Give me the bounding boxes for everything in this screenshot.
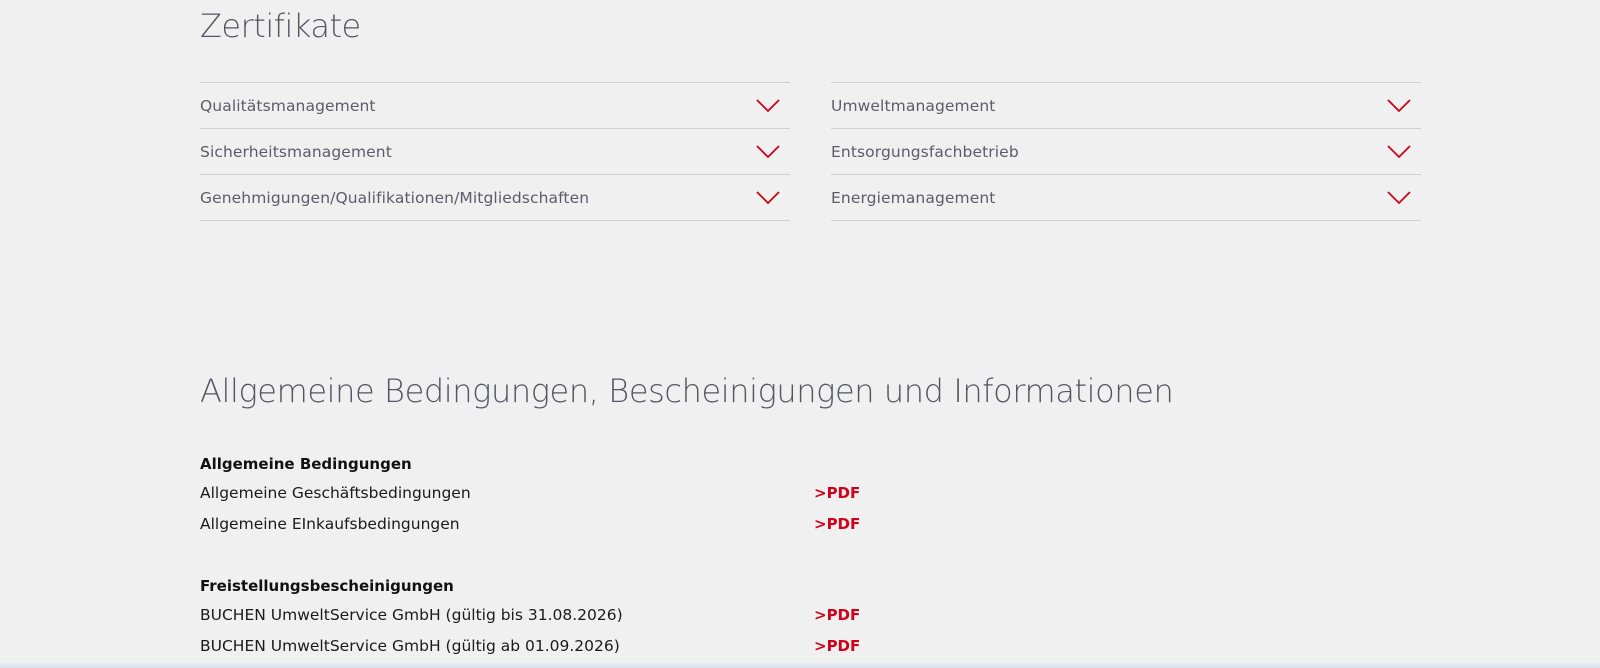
accordion-label: Sicherheitsmanagement (200, 142, 392, 161)
chevron-down-icon (1387, 144, 1411, 158)
accordion-label: Entsorgungsfachbetrieb (831, 142, 1019, 161)
chevron-down-icon (756, 98, 780, 112)
document-name: Allgemeine EInkaufsbedingungen (200, 515, 460, 533)
window-bottom-edge (0, 663, 1600, 668)
accordion-item-genehmigungen[interactable]: Genehmigungen/Qualifikationen/Mitgliedsc… (200, 174, 790, 221)
documents-list: Allgemeine Bedingungen Allgemeine Geschä… (200, 450, 900, 662)
accordion-item-energiemanagement[interactable]: Energiemanagement (831, 174, 1421, 221)
accordion-item-sicherheitsmanagement[interactable]: Sicherheitsmanagement (200, 128, 790, 174)
certificates-heading: Zertifikate (200, 7, 361, 45)
document-row: BUCHEN UmweltService GmbH (gültig bis 31… (200, 600, 900, 631)
document-row: BUCHEN UmweltService GmbH (gültig ab 01.… (200, 631, 900, 662)
accordion-label: Genehmigungen/Qualifikationen/Mitgliedsc… (200, 188, 590, 207)
group-title-allgemeine-bedingungen: Allgemeine Bedingungen (200, 455, 412, 473)
certificates-accordion-left: Qualitätsmanagement Sicherheitsmanagemen… (200, 82, 790, 221)
pdf-link[interactable]: >PDF (814, 478, 860, 509)
document-row: Allgemeine EInkaufsbedingungen >PDF (200, 509, 900, 540)
pdf-link[interactable]: >PDF (814, 600, 860, 631)
certificates-accordion-right: Umweltmanagement Entsorgungsfachbetrieb … (831, 82, 1421, 221)
accordion-item-entsorgungsfachbetrieb[interactable]: Entsorgungsfachbetrieb (831, 128, 1421, 174)
document-name: Allgemeine Geschäftsbedingungen (200, 484, 471, 502)
group-title-freistellungsbescheinigungen: Freistellungsbescheinigungen (200, 577, 454, 595)
accordion-label: Qualitätsmanagement (200, 96, 376, 115)
accordion-label: Energiemanagement (831, 188, 996, 207)
document-name: BUCHEN UmweltService GmbH (gültig bis 31… (200, 606, 623, 624)
document-name: BUCHEN UmweltService GmbH (gültig ab 01.… (200, 637, 620, 655)
accordion-label: Umweltmanagement (831, 96, 996, 115)
accordion-item-qualitaetsmanagement[interactable]: Qualitätsmanagement (200, 82, 790, 128)
document-row: Allgemeine Geschäftsbedingungen >PDF (200, 478, 900, 509)
chevron-down-icon (1387, 190, 1411, 204)
accordion-item-umweltmanagement[interactable]: Umweltmanagement (831, 82, 1421, 128)
general-terms-heading: Allgemeine Bedingungen, Bescheinigungen … (200, 372, 1174, 410)
pdf-link[interactable]: >PDF (814, 509, 860, 540)
chevron-down-icon (756, 144, 780, 158)
chevron-down-icon (756, 190, 780, 204)
pdf-link[interactable]: >PDF (814, 631, 860, 662)
chevron-down-icon (1387, 98, 1411, 112)
